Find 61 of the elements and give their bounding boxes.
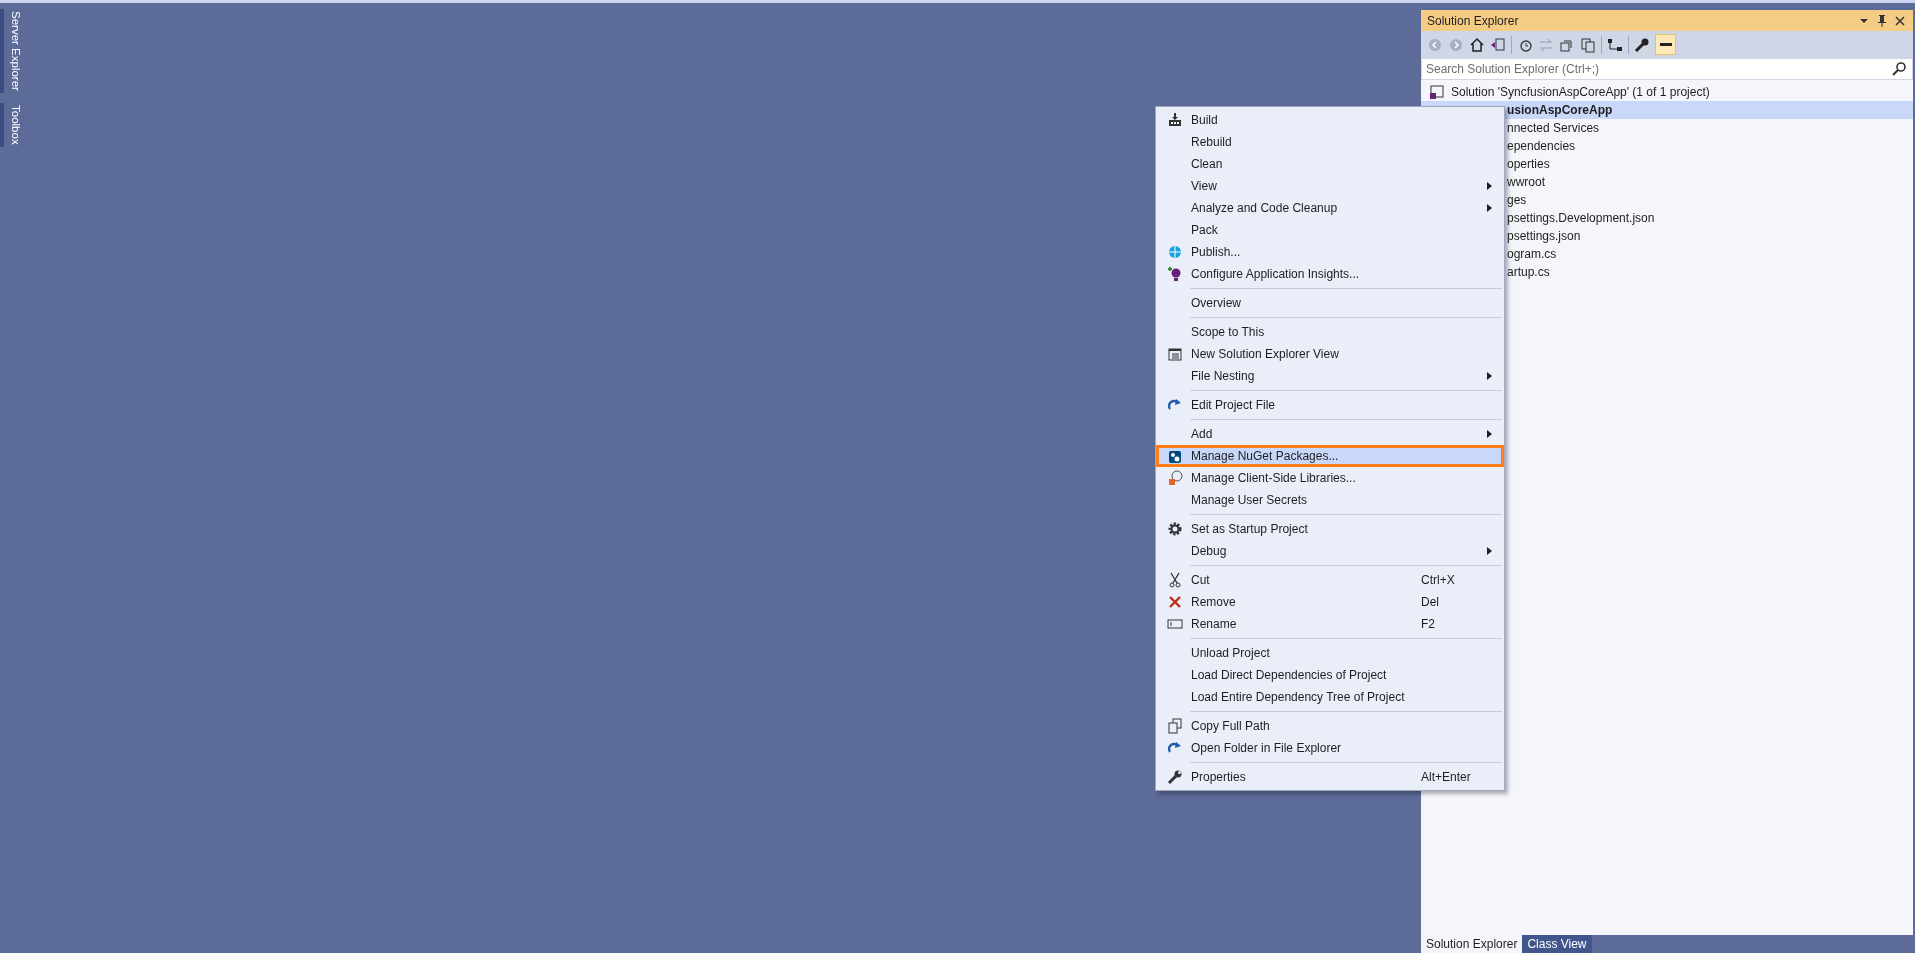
menu-item[interactable]: Clean — [1156, 153, 1504, 175]
shortcut-text: Ctrl+X — [1421, 573, 1456, 587]
side-tab[interactable]: Toolbox — [0, 102, 22, 147]
menu-item[interactable]: Pack — [1156, 219, 1504, 241]
menu-item[interactable]: Remove Del — [1156, 591, 1504, 613]
menu-item[interactable]: Manage NuGet Packages... — [1156, 445, 1504, 467]
menu-item[interactable]: View — [1156, 175, 1504, 197]
menu-item[interactable]: Debug — [1156, 540, 1504, 562]
menu-item[interactable]: Set as Startup Project — [1156, 518, 1504, 540]
wrench-icon[interactable] — [1634, 36, 1650, 53]
preview-icon — [1659, 43, 1672, 46]
menu-item[interactable]: Rename F2 — [1156, 613, 1504, 635]
package-icon — [1167, 448, 1183, 464]
menu-item[interactable]: New Solution Explorer View — [1156, 343, 1504, 365]
lightbulb-icon — [1167, 266, 1183, 282]
side-tab[interactable]: Server Explorer — [0, 9, 22, 93]
menu-item[interactable]: Publish... — [1156, 241, 1504, 263]
menu-item[interactable]: Manage User Secrets — [1156, 489, 1504, 511]
menu-item[interactable]: Manage Client-Side Libraries... — [1156, 467, 1504, 489]
menu-item[interactable]: Rebuild — [1156, 131, 1504, 153]
copy-icon — [1167, 718, 1183, 734]
menu-item[interactable]: Overview — [1156, 292, 1504, 314]
shortcut-text: Alt+Enter — [1421, 770, 1472, 784]
home-icon[interactable] — [1469, 36, 1485, 53]
wrench-icon — [1167, 769, 1183, 785]
rename-icon — [1167, 616, 1183, 632]
tree-item[interactable]: Solution 'SyncfusionAspCoreApp' (1 of 1 project) — [1421, 83, 1913, 101]
menu-item[interactable]: Edit Project File — [1156, 394, 1504, 416]
globe-library-icon — [1167, 470, 1183, 486]
menu-item[interactable]: Scope to This — [1156, 321, 1504, 343]
globe-icon — [1167, 244, 1183, 260]
panel-title: Solution Explorer — [1427, 13, 1520, 28]
menu-item[interactable]: Configure Application Insights... — [1156, 263, 1504, 285]
pin-icon[interactable] — [1875, 13, 1889, 28]
window-icon — [1167, 346, 1183, 362]
preview-toggle[interactable] — [1655, 34, 1676, 55]
menu-item[interactable]: Unload Project — [1156, 642, 1504, 664]
search-icon[interactable] — [1891, 61, 1907, 77]
gear-icon — [1167, 521, 1183, 537]
menu-item[interactable]: Properties Alt+Enter — [1156, 766, 1504, 788]
solution-icon — [1429, 84, 1445, 100]
copy-icon[interactable] — [1580, 36, 1596, 53]
menu-item[interactable]: Open Folder in File Explorer — [1156, 737, 1504, 759]
menu-item[interactable]: File Nesting — [1156, 365, 1504, 387]
panel-tab[interactable]: Solution Explorer — [1421, 935, 1523, 953]
menu-item[interactable]: Copy Full Path — [1156, 715, 1504, 737]
menu-item[interactable]: Cut Ctrl+X — [1156, 569, 1504, 591]
search-field[interactable]: Search Solution Explorer (Ctrl+;) — [1421, 58, 1913, 80]
hierarchy-icon[interactable] — [1607, 36, 1623, 53]
menu-item[interactable]: Analyze and Code Cleanup — [1156, 197, 1504, 219]
panel-tab[interactable]: Class View — [1522, 935, 1592, 953]
close-icon[interactable] — [1893, 13, 1907, 28]
delete-icon — [1167, 594, 1183, 610]
menu-item[interactable]: Load Entire Dependency Tree of Project — [1156, 686, 1504, 708]
menu-item[interactable]: Load Direct Dependencies of Project — [1156, 664, 1504, 686]
shortcut-text: F2 — [1421, 617, 1436, 631]
menu-item[interactable]: Add — [1156, 423, 1504, 445]
build-icon — [1167, 112, 1183, 128]
shortcut-text: Del — [1421, 595, 1440, 609]
solution-switch-icon[interactable] — [1490, 36, 1506, 53]
scissors-icon — [1167, 572, 1183, 588]
